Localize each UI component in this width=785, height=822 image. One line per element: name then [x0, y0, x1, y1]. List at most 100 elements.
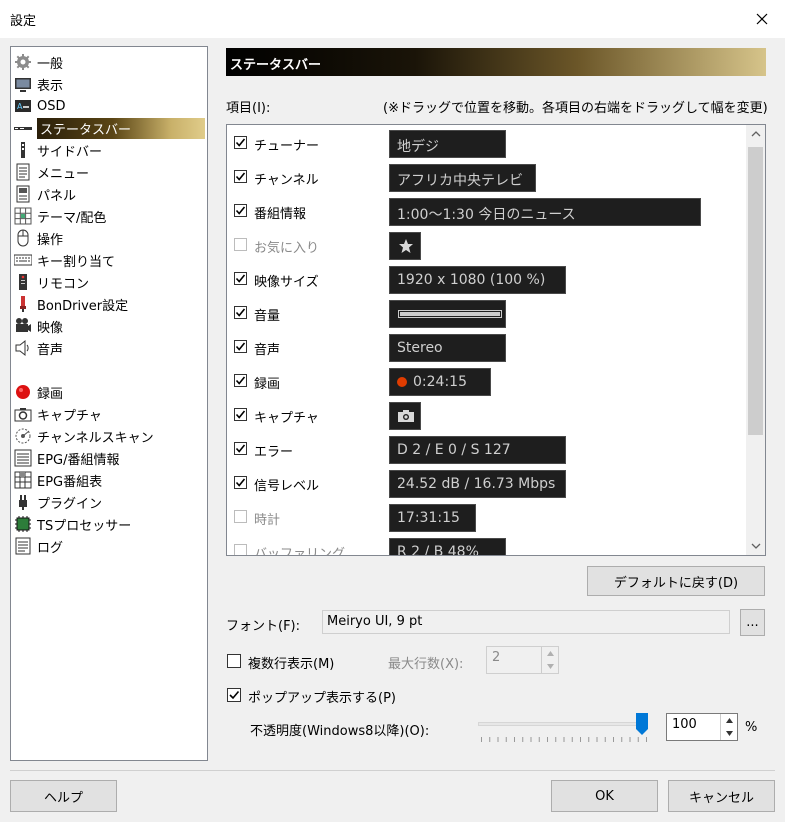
tree-item-16[interactable]: チャンネルスキャン: [13, 425, 154, 447]
spin-down-icon[interactable]: [721, 727, 737, 740]
tree-item-10[interactable]: リモコン: [13, 271, 89, 293]
tree-item-label: 録画: [37, 386, 64, 402]
row-checkbox[interactable]: [234, 136, 247, 149]
status-item-row[interactable]: 録画 0:24:15: [227, 364, 746, 398]
default-button[interactable]: デフォルトに戻す(D): [587, 566, 765, 596]
row-checkbox[interactable]: [234, 238, 247, 251]
status-item-row[interactable]: 番組情報 1:00～1:30 今日のニュース: [227, 194, 746, 228]
row-checkbox[interactable]: [234, 272, 247, 285]
font-browse-button[interactable]: ...: [740, 609, 765, 636]
opacity-label: 不透明度(Windows8以降)(O):: [250, 724, 430, 739]
tree-item-5[interactable]: メニュー: [13, 161, 89, 183]
tree-item-2[interactable]: A OSD: [13, 95, 66, 117]
status-preview[interactable]: [389, 232, 421, 260]
help-button[interactable]: ヘルプ: [10, 780, 117, 812]
tree-item-label: プラグイン: [37, 496, 103, 512]
status-item-row[interactable]: 映像サイズ 1920 x 1080 (100 %): [227, 262, 746, 296]
tree-item-4[interactable]: サイドバー: [13, 139, 102, 161]
settings-tree[interactable]: 一般 表示 A OSD ステータスバー サイドバーメニュー パネル テーマ/配色 操作 キー割り当…: [10, 46, 208, 761]
row-checkbox[interactable]: [234, 170, 247, 183]
ok-button[interactable]: OK: [551, 780, 658, 812]
row-checkbox[interactable]: [234, 340, 247, 353]
tree-item-6[interactable]: パネル: [13, 183, 76, 205]
tree-item-15[interactable]: キャプチャ: [13, 403, 102, 425]
tree-item-label: チャンネルスキャン: [37, 430, 154, 446]
tree-item-14[interactable]: 録画: [13, 381, 63, 403]
status-preview[interactable]: 地デジ: [389, 130, 506, 158]
status-item-row[interactable]: お気に入り: [227, 228, 746, 262]
row-checkbox[interactable]: [234, 374, 247, 387]
cancel-button[interactable]: キャンセル: [668, 780, 775, 812]
tree-item-12[interactable]: 映像: [13, 315, 63, 337]
row-checkbox[interactable]: [234, 408, 247, 421]
status-item-row[interactable]: エラー D 2 / E 0 / S 127: [227, 432, 746, 466]
spin-up-icon[interactable]: [721, 714, 737, 727]
tree-item-18[interactable]: EPG番組表: [13, 469, 102, 491]
scroll-up-button[interactable]: [746, 125, 765, 143]
tree-item-label: メニュー: [37, 166, 90, 182]
status-item-row[interactable]: キャプチャ: [227, 398, 746, 432]
status-preview[interactable]: 1920 x 1080 (100 %): [389, 266, 566, 294]
status-preview-text: アフリカ中央テレビ: [397, 173, 523, 189]
row-name: エラー: [254, 445, 294, 460]
row-checkbox[interactable]: [234, 510, 247, 523]
status-item-row[interactable]: 音量: [227, 296, 746, 330]
popup-checkbox[interactable]: [227, 688, 241, 702]
tree-item-3[interactable]: ステータスバー: [13, 117, 205, 139]
row-checkbox[interactable]: [234, 544, 247, 555]
status-item-row[interactable]: 信号レベル 24.52 dB / 16.73 Mbps: [227, 466, 746, 500]
font-field: Meiryo UI, 9 pt: [322, 610, 730, 634]
row-checkbox[interactable]: [234, 306, 247, 319]
opacity-spinner[interactable]: 100: [666, 713, 738, 741]
checkmark-icon: [235, 410, 246, 419]
status-preview[interactable]: [389, 300, 506, 328]
tree-item-11[interactable]: BonDriver設定: [13, 293, 128, 315]
tree-item-9[interactable]: キー割り当て: [13, 249, 115, 271]
tree-item-17[interactable]: EPG/番組情報: [13, 447, 120, 469]
scroll-down-button[interactable]: [746, 537, 765, 555]
checkmark-icon: [229, 690, 240, 700]
row-checkbox[interactable]: [234, 476, 247, 489]
status-item-row[interactable]: 時計 17:31:15: [227, 500, 746, 534]
star-icon: [399, 239, 413, 253]
scroll-thumb[interactable]: [748, 147, 763, 435]
monitor-icon: [13, 74, 33, 94]
multiline-checkbox[interactable]: [227, 654, 241, 668]
tree-item-0[interactable]: 一般: [13, 51, 63, 73]
status-preview[interactable]: 24.52 dB / 16.73 Mbps: [389, 470, 566, 498]
tree-item-label: 一般: [37, 56, 64, 72]
status-preview[interactable]: R 2 / B 48%: [389, 538, 506, 555]
section-header: ステータスバー: [226, 48, 766, 76]
tree-item-19[interactable]: プラグイン: [13, 491, 102, 513]
tree-item-8[interactable]: 操作: [13, 227, 63, 249]
status-item-row[interactable]: バッファリング R 2 / B 48%: [227, 534, 746, 555]
opacity-value[interactable]: 100: [672, 717, 697, 732]
gear-icon: [13, 52, 33, 72]
spin-up-icon: [542, 647, 558, 660]
row-checkbox[interactable]: [234, 442, 247, 455]
status-preview[interactable]: アフリカ中央テレビ: [389, 164, 536, 192]
maxlines-label: 最大行数(X):: [388, 657, 464, 672]
status-preview[interactable]: 0:24:15: [389, 368, 491, 396]
status-preview[interactable]: 17:31:15: [389, 504, 476, 532]
list-scrollbar[interactable]: [746, 125, 765, 555]
tree-item-13[interactable]: 音声: [13, 337, 63, 359]
status-preview[interactable]: [389, 402, 421, 430]
status-preview[interactable]: 1:00～1:30 今日のニュース: [389, 198, 701, 226]
tree-item-1[interactable]: 表示: [13, 73, 63, 95]
checkmark-icon: [235, 206, 246, 215]
status-item-row[interactable]: チャンネル アフリカ中央テレビ: [227, 160, 746, 194]
tree-item-21[interactable]: ログ: [13, 535, 63, 557]
status-item-row[interactable]: チューナー 地デジ: [227, 126, 746, 160]
close-button[interactable]: [739, 0, 785, 38]
status-item-row[interactable]: 音声 Stereo: [227, 330, 746, 364]
status-preview[interactable]: Stereo: [389, 334, 506, 362]
tree-item-7[interactable]: テーマ/配色: [13, 205, 106, 227]
status-item-list[interactable]: バッファリング R 2 / B 48% 時計 17:31:15 信号レベル 24.52 d…: [226, 124, 766, 556]
opacity-slider-thumb[interactable]: [636, 713, 648, 735]
status-preview[interactable]: D 2 / E 0 / S 127: [389, 436, 566, 464]
row-checkbox[interactable]: [234, 204, 247, 217]
tree-item-20[interactable]: TSプロセッサー: [13, 513, 131, 535]
opacity-slider-track[interactable]: [478, 722, 648, 726]
svg-text:A: A: [17, 102, 23, 111]
